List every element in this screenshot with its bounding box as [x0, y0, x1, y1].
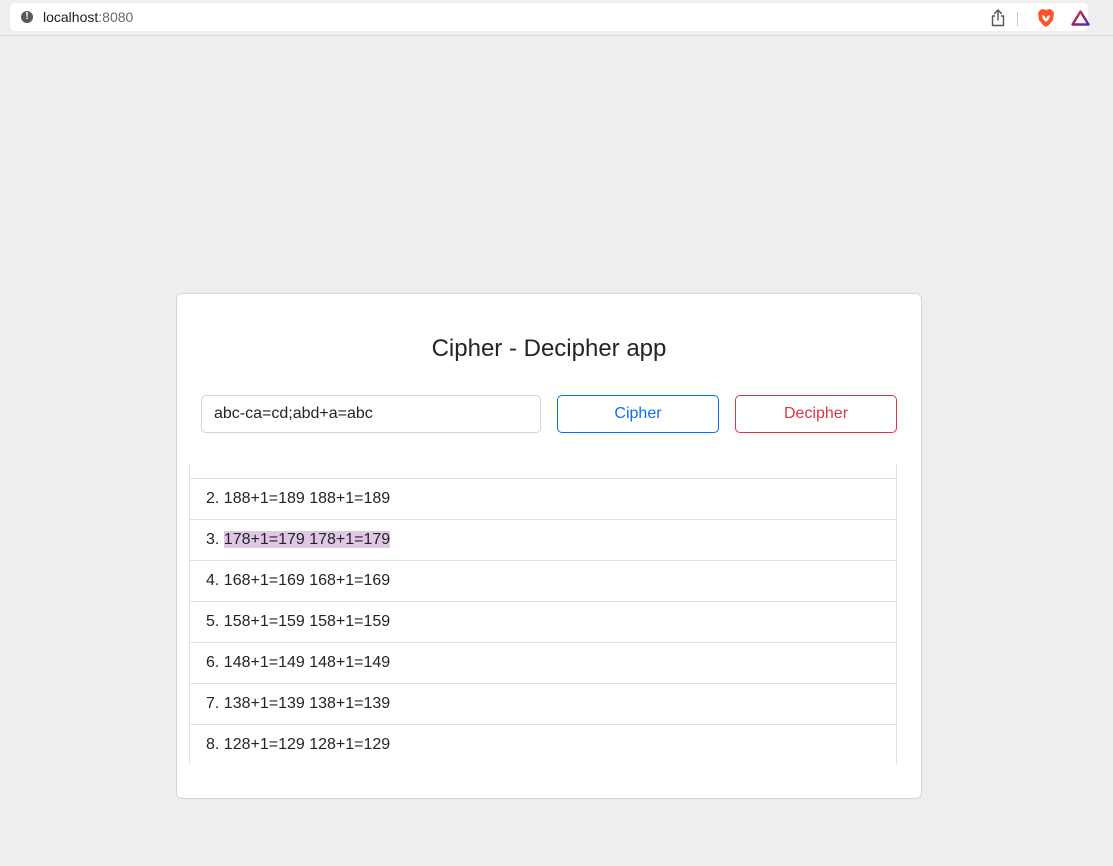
list-item-text-selected: 178+1=179 178+1=179 [223, 531, 391, 548]
list-item-index: 6. [206, 654, 220, 671]
list-item-text: 168+1=169 168+1=169 [223, 572, 391, 589]
browser-toolbar: ! localhost:8080 [0, 0, 1113, 36]
results-list[interactable]: 1. 198+1=199 198+1=1992. 188+1=189 188+1… [189, 464, 897, 764]
url-host: localhost [43, 9, 99, 25]
list-item: 5. 158+1=159 158+1=159 [190, 602, 896, 643]
list-item-text: 128+1=129 128+1=129 [223, 736, 391, 753]
list-item-text: 188+1=189 188+1=189 [223, 490, 391, 507]
app-title: Cipher - Decipher app [431, 335, 667, 362]
list-item-index: 2. [206, 490, 220, 507]
list-item: 3. 178+1=179 178+1=179 [190, 520, 896, 561]
list-item-index: 3. [206, 531, 220, 548]
share-icon[interactable] [990, 9, 1006, 27]
cipher-text-input[interactable] [201, 395, 541, 433]
results-scroll-area: 1. 198+1=199 198+1=1992. 188+1=189 188+1… [190, 464, 896, 764]
list-item: 1. 198+1=199 198+1=199 [190, 464, 896, 479]
url-text[interactable]: localhost:8080 [43, 8, 133, 26]
info-icon[interactable]: ! [21, 11, 33, 23]
decipher-button[interactable]: Decipher [735, 395, 897, 433]
list-item-text: 138+1=139 138+1=139 [223, 695, 391, 712]
list-item-index: 7. [206, 695, 220, 712]
brave-lion-icon[interactable] [1037, 8, 1055, 28]
list-item-index: 4. [206, 572, 220, 589]
list-item: 2. 188+1=189 188+1=189 [190, 479, 896, 520]
brave-rewards-icon[interactable] [1071, 10, 1090, 26]
list-item-index: 8. [206, 736, 220, 753]
list-item: 8. 128+1=129 128+1=129 [190, 725, 896, 764]
list-item: 7. 138+1=139 138+1=139 [190, 684, 896, 725]
list-item-text: 198+1=199 198+1=199 [224, 464, 390, 466]
list-item-index: 5. [206, 613, 220, 630]
list-item-index: 1. [206, 464, 219, 466]
toolbar-divider [1017, 12, 1018, 26]
address-bar[interactable]: ! localhost:8080 [10, 3, 1090, 31]
url-port: :8080 [98, 9, 134, 25]
list-item: 6. 148+1=149 148+1=149 [190, 643, 896, 684]
list-item-text: 148+1=149 148+1=149 [223, 654, 391, 671]
cipher-button[interactable]: Cipher [557, 395, 719, 433]
list-item-text: 158+1=159 158+1=159 [223, 613, 391, 630]
app-card: Cipher - Decipher app Cipher Decipher 1.… [176, 293, 922, 799]
list-item: 4. 168+1=169 168+1=169 [190, 561, 896, 602]
